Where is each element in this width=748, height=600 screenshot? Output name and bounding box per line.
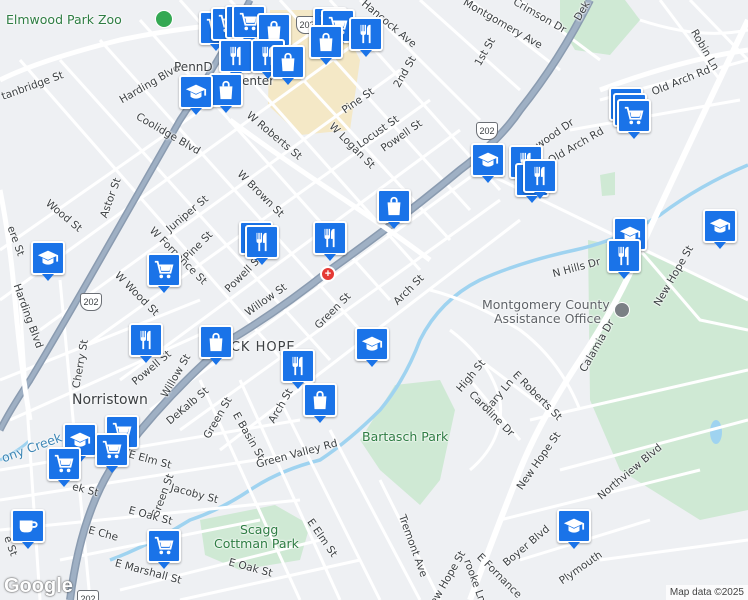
- office-label-line1: Montgomery County: [482, 297, 610, 312]
- shopping-bag-icon: [313, 390, 327, 410]
- restaurant-marker[interactable]: [281, 349, 315, 389]
- restaurant-marker[interactable]: [219, 39, 253, 79]
- zoo-icon[interactable]: [155, 10, 173, 28]
- restaurant-icon: [140, 330, 151, 350]
- shopping-bag-icon: [219, 80, 233, 100]
- zoo-label: Elmwood Park Zoo: [6, 12, 122, 27]
- school-marker[interactable]: [703, 209, 737, 249]
- restaurant-marker[interactable]: [129, 323, 163, 363]
- shopping-bag-icon: [319, 32, 333, 52]
- school-marker[interactable]: [355, 327, 389, 367]
- grocery-cart-icon: [154, 536, 174, 555]
- hospital-icon[interactable]: +: [320, 266, 336, 282]
- town-norristown: Norristown: [72, 392, 148, 408]
- map-canvas[interactable]: Elmwood Park Zoo Montgomery Ave Crimson …: [0, 0, 748, 600]
- restaurant-icon: [360, 24, 371, 44]
- school-marker[interactable]: [557, 509, 591, 549]
- shopping-bag-icon: [209, 332, 223, 352]
- park-scagg-line2: Cottman Park: [214, 536, 299, 551]
- restaurant-icon: [534, 166, 545, 186]
- school-marker[interactable]: [179, 75, 213, 115]
- google-logo: Google: [4, 575, 73, 597]
- shopping-bag-marker[interactable]: [199, 325, 233, 365]
- grocery-cart-marker[interactable]: [47, 447, 81, 487]
- place-penndot-partial: PennD: [174, 60, 213, 74]
- grocery-cart-marker[interactable]: [147, 253, 181, 293]
- school-icon: [563, 518, 585, 533]
- restaurant-marker[interactable]: [607, 239, 641, 279]
- cafe-marker[interactable]: [11, 509, 45, 549]
- school-icon: [185, 84, 207, 99]
- shopping-bag-marker[interactable]: [271, 45, 305, 85]
- map-attribution[interactable]: Map data ©2025: [665, 585, 748, 600]
- shopping-bag-marker[interactable]: [209, 73, 243, 113]
- shopping-bag-icon: [387, 196, 401, 216]
- restaurant-marker[interactable]: [523, 159, 557, 199]
- grocery-cart-icon: [54, 454, 74, 473]
- grocery-cart-icon: [154, 260, 174, 279]
- route-202-shield-w: 202: [80, 293, 102, 311]
- park-scagg-line1: Scagg: [240, 522, 279, 537]
- restaurant-icon: [618, 246, 629, 266]
- restaurant-icon: [256, 232, 267, 252]
- grocery-cart-marker[interactable]: [147, 529, 181, 569]
- school-icon: [37, 250, 59, 265]
- school-icon: [361, 336, 383, 351]
- grocery-cart-marker[interactable]: [617, 99, 651, 139]
- grocery-cart-icon: [624, 106, 644, 125]
- shopping-bag-marker[interactable]: [303, 383, 337, 423]
- grocery-cart-marker[interactable]: [95, 433, 129, 473]
- restaurant-icon: [230, 46, 241, 66]
- shopping-bag-icon: [281, 52, 295, 72]
- shopping-bag-marker[interactable]: [309, 25, 343, 65]
- school-marker[interactable]: [471, 143, 505, 183]
- restaurant-marker[interactable]: [245, 225, 279, 265]
- office-label-line2: Assistance Office: [494, 311, 602, 326]
- government-office-icon[interactable]: [614, 302, 630, 318]
- school-marker[interactable]: [31, 241, 65, 281]
- restaurant-marker[interactable]: [349, 17, 383, 57]
- grocery-cart-icon: [102, 440, 122, 459]
- route-202-shield-s: 202: [77, 590, 99, 600]
- shopping-bag-marker[interactable]: [377, 189, 411, 229]
- restaurant-icon: [324, 228, 335, 248]
- cafe-icon: [19, 520, 38, 533]
- shopping-bag-icon: [267, 20, 281, 40]
- restaurant-icon: [292, 356, 303, 376]
- park-bartasch: Bartasch Park: [362, 429, 449, 444]
- restaurant-marker[interactable]: [313, 221, 347, 261]
- route-202-shield-ne: 202: [476, 122, 498, 140]
- school-icon: [709, 218, 731, 233]
- school-icon: [477, 152, 499, 167]
